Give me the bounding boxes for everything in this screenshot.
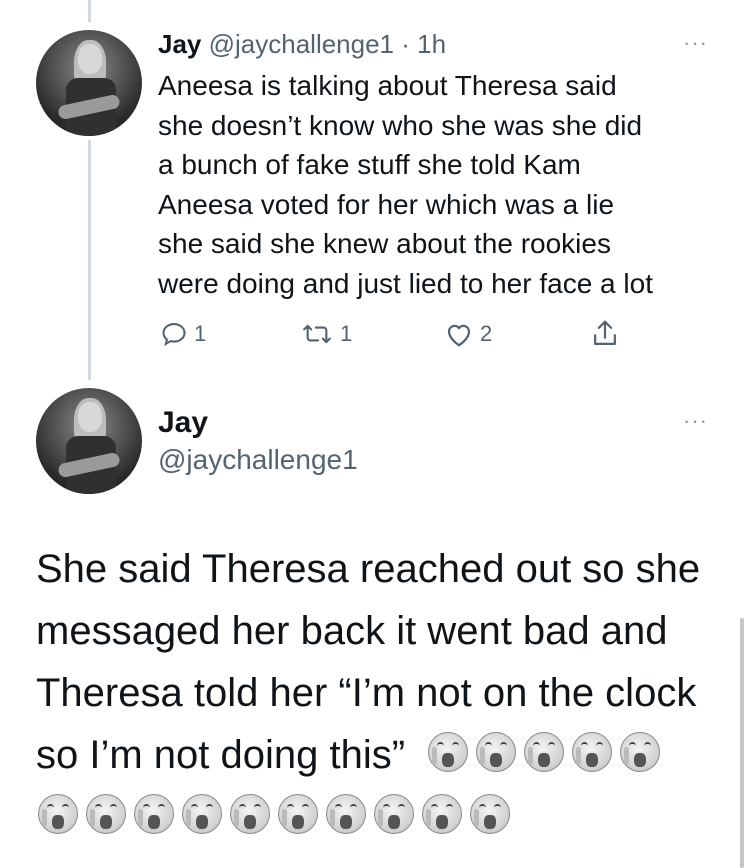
author-name[interactable]: Jay	[158, 404, 208, 442]
more-options-icon[interactable]: ···	[683, 30, 708, 56]
avatar[interactable]	[36, 388, 142, 494]
emoji-row	[428, 732, 660, 772]
tweet-text-line: she doesn’t know who she was she did	[158, 109, 643, 141]
loudly-crying-face-emoji	[326, 794, 366, 834]
loudly-crying-face-emoji	[230, 794, 270, 834]
share-icon	[594, 320, 616, 345]
tweet-text-line: were doing and just lied to her face a l…	[158, 267, 653, 299]
like-button[interactable]: 2	[444, 320, 492, 348]
share-button[interactable]	[590, 318, 620, 350]
loudly-crying-face-emoji	[422, 794, 462, 834]
loudly-crying-face-emoji	[476, 732, 516, 772]
loudly-crying-face-emoji	[278, 794, 318, 834]
tweet-text-line: Theresa told her “I’m not on the clock	[36, 671, 697, 715]
author-handle[interactable]: @jaychallenge1	[158, 442, 358, 478]
loudly-crying-face-emoji	[428, 732, 468, 772]
more-options-icon[interactable]: ···	[683, 408, 708, 434]
tweet-text-line: a bunch of fake stuff she told Kam	[158, 149, 581, 180]
tweet-text-line: She said Theresa reached out so she	[36, 547, 701, 591]
loudly-crying-face-emoji	[38, 794, 78, 834]
like-count: 2	[480, 321, 493, 346]
reply-icon	[162, 323, 186, 347]
loudly-crying-face-emoji	[470, 794, 510, 834]
loudly-crying-face-emoji	[134, 794, 174, 834]
tweet-header: Jay @jaychallenge1 · 1h	[158, 28, 446, 60]
tweet-text-line: Aneesa voted for her which was a lie	[158, 188, 615, 220]
retweet-button[interactable]: 1	[300, 320, 352, 348]
emoji-row	[38, 794, 510, 834]
loudly-crying-face-emoji	[620, 732, 660, 772]
retweet-icon	[303, 324, 331, 344]
tweet-text-line: she said she knew about the rookies	[158, 228, 611, 259]
tweet-text: Aneesa is talking about Theresa said she…	[158, 66, 738, 303]
loudly-crying-face-emoji	[524, 732, 564, 772]
scrollbar[interactable]	[740, 618, 744, 868]
reply-button[interactable]: 1	[160, 320, 206, 348]
tweet-text-line: messaged her back it went bad and	[36, 609, 668, 653]
retweet-count: 1	[340, 321, 353, 346]
author-name[interactable]: Jay	[158, 29, 201, 59]
loudly-crying-face-emoji	[182, 794, 222, 834]
author-handle-time[interactable]: @jaychallenge1 · 1h	[201, 29, 446, 59]
thread-connector-line	[88, 0, 91, 22]
heart-icon	[447, 324, 471, 347]
reply-count: 1	[194, 321, 207, 346]
thread-connector-line	[88, 140, 91, 380]
loudly-crying-face-emoji	[572, 732, 612, 772]
loudly-crying-face-emoji	[374, 794, 414, 834]
loudly-crying-face-emoji	[86, 794, 126, 834]
avatar[interactable]	[36, 30, 142, 136]
tweet-text-line: Aneesa is talking about Theresa said	[158, 70, 617, 101]
